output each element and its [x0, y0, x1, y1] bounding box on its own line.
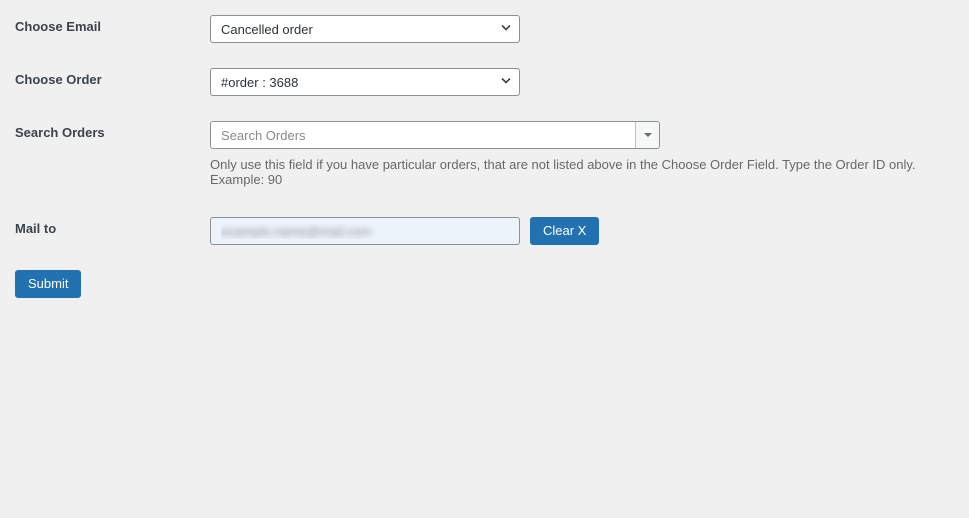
choose-email-label: Choose Email [15, 15, 210, 34]
choose-order-label: Choose Order [15, 68, 210, 87]
submit-button[interactable]: Submit [15, 270, 81, 298]
search-orders-hint: Only use this field if you have particul… [210, 157, 954, 187]
search-orders-placeholder: Search Orders [211, 128, 635, 143]
choose-order-select[interactable]: #order : 3688 [210, 68, 520, 96]
mail-to-input[interactable] [210, 217, 520, 245]
search-orders-label: Search Orders [15, 121, 210, 140]
choose-email-select[interactable]: Cancelled order [210, 15, 520, 43]
search-orders-select[interactable]: Search Orders [210, 121, 660, 149]
caret-down-icon [635, 122, 659, 148]
mail-to-label: Mail to [15, 217, 210, 236]
clear-button[interactable]: Clear X [530, 217, 599, 245]
